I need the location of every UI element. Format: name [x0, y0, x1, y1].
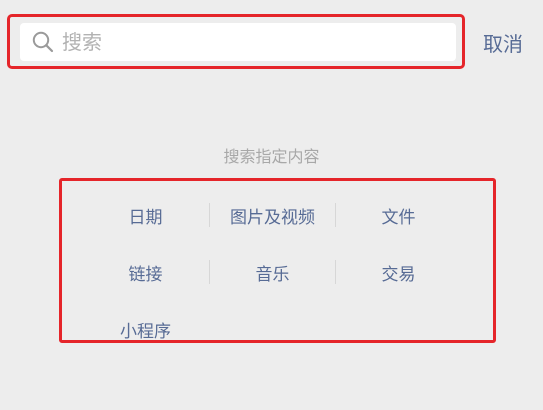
category-transactions[interactable]: 交易 [336, 260, 461, 285]
category-mini-programs[interactable]: 小程序 [83, 317, 208, 342]
search-highlight-outline [7, 14, 465, 69]
category-photos-videos[interactable]: 图片及视频 [210, 203, 335, 228]
category-links[interactable]: 链接 [83, 260, 208, 285]
category-files[interactable]: 文件 [336, 203, 461, 228]
search-input[interactable] [62, 23, 456, 61]
cancel-button[interactable]: 取消 [483, 28, 523, 57]
category-music[interactable]: 音乐 [210, 260, 335, 285]
category-date[interactable]: 日期 [83, 203, 208, 228]
search-bar[interactable] [20, 23, 456, 61]
search-hint-label: 搜索指定内容 [223, 147, 320, 166]
search-icon [32, 31, 54, 53]
